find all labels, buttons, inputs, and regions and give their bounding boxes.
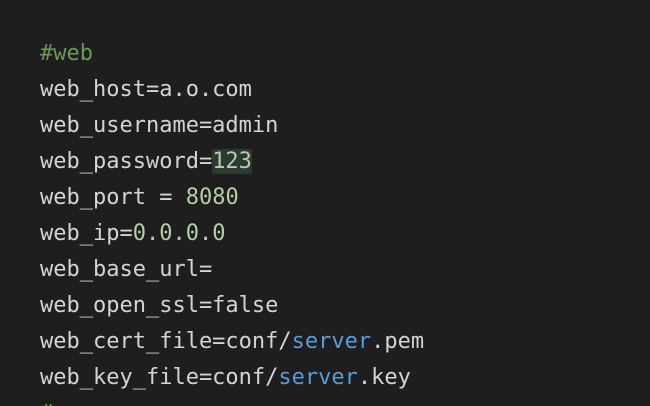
partially-visible-line: #… [40, 396, 67, 406]
code-line[interactable]: web_host=a.o.com [40, 72, 424, 108]
text-token: web_username=admin [40, 113, 279, 138]
code-editor[interactable]: #web web_host=a.o.com web_username=adminwe… [0, 0, 650, 406]
number-token: 8080 [185, 185, 239, 210]
code-line[interactable]: #web [40, 36, 424, 72]
text-token: web_ip= [40, 221, 133, 246]
code-line[interactable]: web_open_ssl=false [40, 288, 424, 324]
text-token: web_host=a.o.com [40, 77, 252, 102]
code-line[interactable]: web_key_file=conf/server.key [40, 360, 424, 396]
comment-token: #web [40, 41, 93, 66]
code-line[interactable]: web_base_url= [40, 252, 424, 288]
path-token: server [278, 365, 358, 390]
number-token: 0.0.0.0 [132, 221, 226, 246]
text-token: web_base_url= [40, 257, 213, 282]
text-token: web_key_file=conf/ [40, 365, 279, 390]
code-line[interactable]: web_ip=0.0.0.0 [40, 216, 424, 252]
code-line[interactable]: web_cert_file=conf/server.pem [40, 324, 424, 360]
code-line[interactable]: web_password=123 [40, 144, 424, 180]
text-token: web_password= [40, 149, 213, 174]
text-token: web_port = [40, 185, 186, 210]
code-line[interactable]: web_username=admin [40, 108, 424, 144]
number-token: 123 [212, 149, 252, 174]
text-token: .key [357, 365, 411, 390]
text-token: web_cert_file=conf/ [40, 329, 292, 354]
path-token: server [291, 329, 372, 354]
code-line[interactable]: web_port = 8080 [40, 180, 424, 216]
text-token: web_open_ssl=false [40, 293, 279, 318]
text-token: .pem [371, 329, 425, 354]
code-lines: #web web_host=a.o.com web_username=adminwe… [40, 36, 424, 396]
